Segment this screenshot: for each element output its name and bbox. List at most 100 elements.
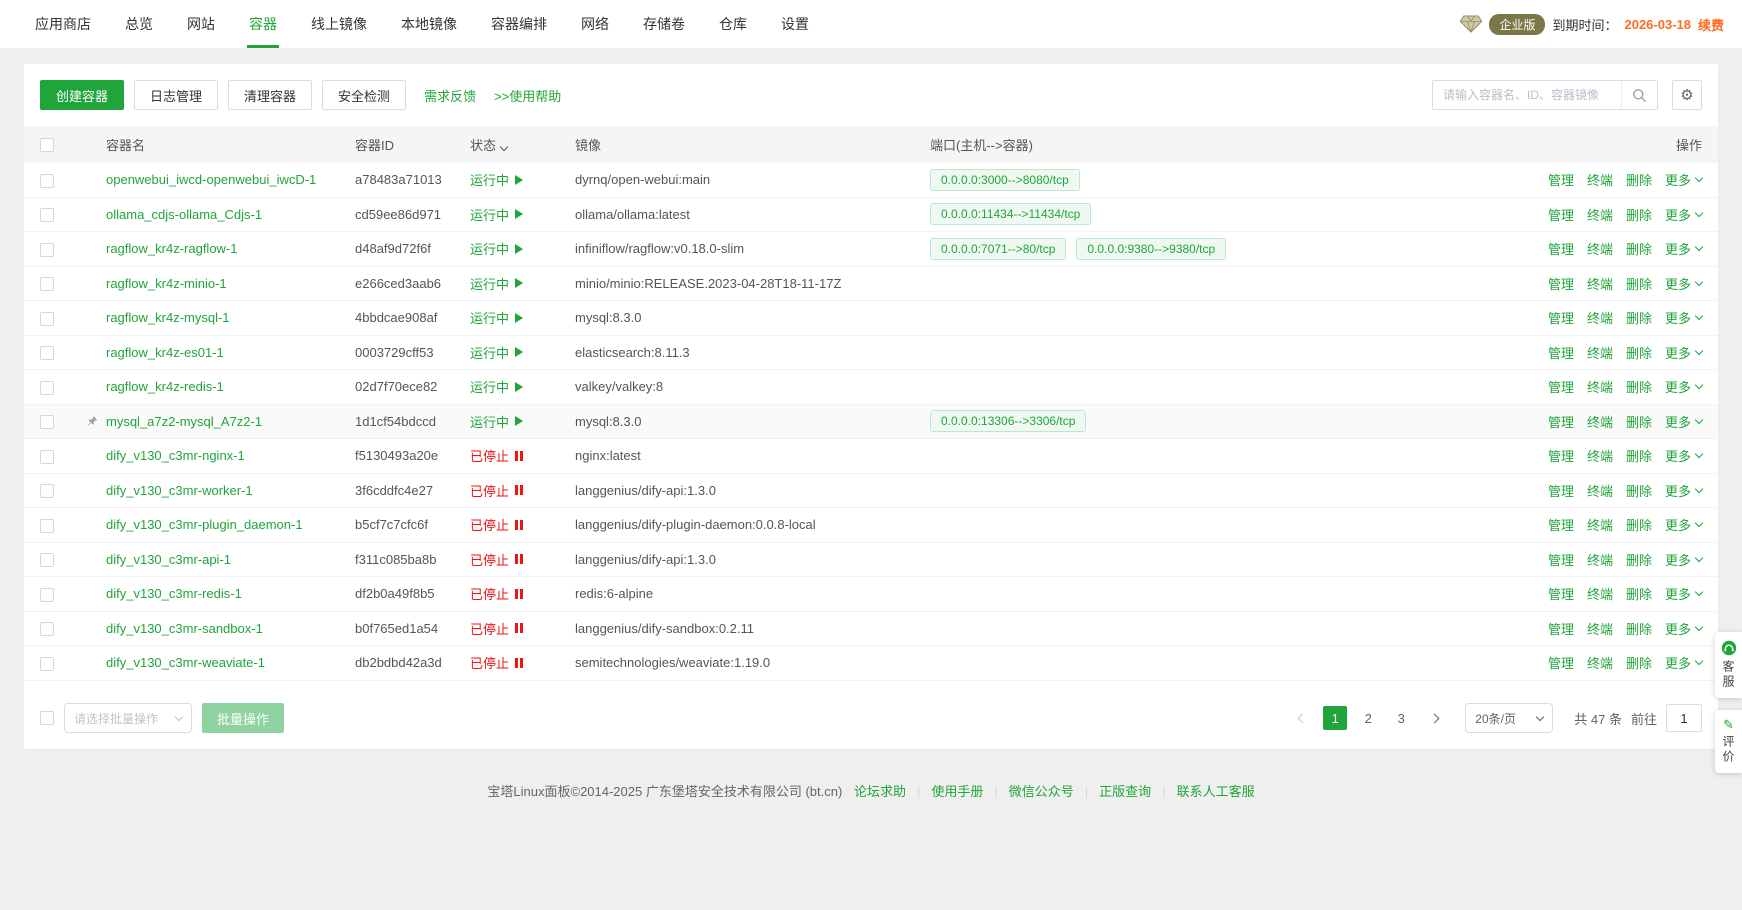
- row-action-more[interactable]: 更多: [1665, 653, 1702, 672]
- row-checkbox[interactable]: [40, 208, 54, 222]
- container-status-running[interactable]: 运行中: [470, 274, 523, 293]
- row-action-terminal[interactable]: 终端: [1587, 584, 1613, 603]
- nav-item[interactable]: 存储卷: [626, 0, 702, 48]
- footer-link[interactable]: 微信公众号: [1009, 784, 1074, 799]
- footer-link[interactable]: 论坛求助: [854, 784, 906, 799]
- nav-item[interactable]: 容器编排: [474, 0, 564, 48]
- batch-action-select[interactable]: 请选择批量操作: [64, 703, 192, 733]
- search-input[interactable]: [1433, 81, 1621, 109]
- row-action-delete[interactable]: 删除: [1626, 619, 1652, 638]
- row-checkbox[interactable]: [40, 450, 54, 464]
- play-icon[interactable]: [515, 347, 523, 357]
- play-icon[interactable]: [515, 416, 523, 426]
- per-page-select[interactable]: 20条/页: [1465, 703, 1553, 733]
- row-action-delete[interactable]: 删除: [1626, 412, 1652, 431]
- row-action-terminal[interactable]: 终端: [1587, 688, 1613, 691]
- help-link[interactable]: >>使用帮助: [494, 86, 561, 105]
- row-action-manage[interactable]: 管理: [1548, 239, 1574, 258]
- row-action-manage[interactable]: 管理: [1548, 550, 1574, 569]
- row-action-more[interactable]: 更多: [1665, 377, 1702, 396]
- row-action-more[interactable]: 更多: [1665, 619, 1702, 638]
- row-checkbox[interactable]: [40, 622, 54, 636]
- batch-select-all-checkbox[interactable]: [40, 711, 54, 725]
- play-icon[interactable]: [515, 313, 523, 323]
- row-checkbox[interactable]: [40, 415, 54, 429]
- row-action-terminal[interactable]: 终端: [1587, 274, 1613, 293]
- footer-link[interactable]: 使用手册: [931, 784, 983, 799]
- page-button-2[interactable]: 2: [1356, 706, 1380, 730]
- page-button-3[interactable]: 3: [1389, 706, 1413, 730]
- pause-icon[interactable]: [515, 623, 523, 633]
- renew-link[interactable]: 续费: [1698, 15, 1724, 34]
- row-action-delete[interactable]: 删除: [1626, 653, 1652, 672]
- play-icon[interactable]: [515, 175, 523, 185]
- container-name-link[interactable]: dify_v130_c3mr-web-1: [106, 690, 238, 691]
- pause-icon[interactable]: [515, 520, 523, 530]
- row-action-terminal[interactable]: 终端: [1587, 170, 1613, 189]
- container-name-link[interactable]: ragflow_kr4z-es01-1: [106, 345, 224, 360]
- row-action-delete[interactable]: 删除: [1626, 481, 1652, 500]
- row-action-manage[interactable]: 管理: [1548, 343, 1574, 362]
- row-action-more[interactable]: 更多: [1665, 343, 1702, 362]
- row-action-more[interactable]: 更多: [1665, 274, 1702, 293]
- row-action-manage[interactable]: 管理: [1548, 308, 1574, 327]
- pause-icon[interactable]: [515, 451, 523, 461]
- batch-apply-button[interactable]: 批量操作: [202, 703, 284, 733]
- container-name-link[interactable]: dify_v130_c3mr-sandbox-1: [106, 621, 263, 636]
- container-status-stopped[interactable]: 已停止: [470, 481, 523, 500]
- row-action-terminal[interactable]: 终端: [1587, 205, 1613, 224]
- row-action-delete[interactable]: 删除: [1626, 515, 1652, 534]
- row-checkbox[interactable]: [40, 174, 54, 188]
- container-status-running[interactable]: 运行中: [470, 343, 523, 362]
- row-checkbox[interactable]: [40, 346, 54, 360]
- container-status-running[interactable]: 运行中: [470, 205, 523, 224]
- container-name-link[interactable]: ragflow_kr4z-minio-1: [106, 276, 227, 291]
- row-action-more[interactable]: 更多: [1665, 688, 1702, 691]
- container-status-stopped[interactable]: 已停止: [470, 446, 523, 465]
- container-name-link[interactable]: dify_v130_c3mr-redis-1: [106, 586, 242, 601]
- row-action-manage[interactable]: 管理: [1548, 205, 1574, 224]
- row-action-delete[interactable]: 删除: [1626, 688, 1652, 691]
- row-action-manage[interactable]: 管理: [1548, 688, 1574, 691]
- feedback-rate-button[interactable]: ✎ 评价: [1715, 710, 1742, 773]
- header-status-filter[interactable]: 状态: [470, 135, 575, 154]
- container-name-link[interactable]: dify_v130_c3mr-api-1: [106, 552, 231, 567]
- row-action-more[interactable]: 更多: [1665, 239, 1702, 258]
- container-name-link[interactable]: dify_v130_c3mr-plugin_daemon-1: [106, 517, 303, 532]
- play-icon[interactable]: [515, 209, 523, 219]
- row-action-more[interactable]: 更多: [1665, 412, 1702, 431]
- row-checkbox[interactable]: [40, 553, 54, 567]
- row-action-terminal[interactable]: 终端: [1587, 412, 1613, 431]
- log-manage-button[interactable]: 日志管理: [134, 80, 218, 110]
- row-checkbox[interactable]: [40, 484, 54, 498]
- row-action-delete[interactable]: 删除: [1626, 446, 1652, 465]
- row-action-more[interactable]: 更多: [1665, 308, 1702, 327]
- container-name-link[interactable]: dify_v130_c3mr-nginx-1: [106, 448, 245, 463]
- container-status-stopped[interactable]: 已停止: [470, 584, 523, 603]
- row-action-terminal[interactable]: 终端: [1587, 446, 1613, 465]
- row-action-delete[interactable]: 删除: [1626, 550, 1652, 569]
- play-icon[interactable]: [515, 382, 523, 392]
- nav-item[interactable]: 设置: [764, 0, 826, 48]
- row-action-more[interactable]: 更多: [1665, 205, 1702, 224]
- row-action-delete[interactable]: 删除: [1626, 377, 1652, 396]
- row-action-terminal[interactable]: 终端: [1587, 343, 1613, 362]
- feedback-link[interactable]: 需求反馈: [424, 86, 476, 105]
- container-status-stopped[interactable]: 已停止: [470, 515, 523, 534]
- customer-service-button[interactable]: 客服: [1715, 632, 1742, 698]
- page-button-1[interactable]: 1: [1323, 706, 1347, 730]
- container-status-running[interactable]: 运行中: [470, 377, 523, 396]
- row-action-manage[interactable]: 管理: [1548, 274, 1574, 293]
- prev-page-button[interactable]: [1290, 706, 1314, 730]
- row-checkbox[interactable]: [40, 519, 54, 533]
- container-name-link[interactable]: mysql_a7z2-mysql_A7z2-1: [106, 414, 262, 429]
- container-status-running[interactable]: 运行中: [470, 170, 523, 189]
- row-checkbox[interactable]: [40, 381, 54, 395]
- row-action-manage[interactable]: 管理: [1548, 412, 1574, 431]
- row-action-manage[interactable]: 管理: [1548, 584, 1574, 603]
- nav-item[interactable]: 网络: [564, 0, 626, 48]
- row-action-terminal[interactable]: 终端: [1587, 515, 1613, 534]
- row-action-delete[interactable]: 删除: [1626, 170, 1652, 189]
- row-checkbox[interactable]: [40, 243, 54, 257]
- row-checkbox[interactable]: [40, 277, 54, 291]
